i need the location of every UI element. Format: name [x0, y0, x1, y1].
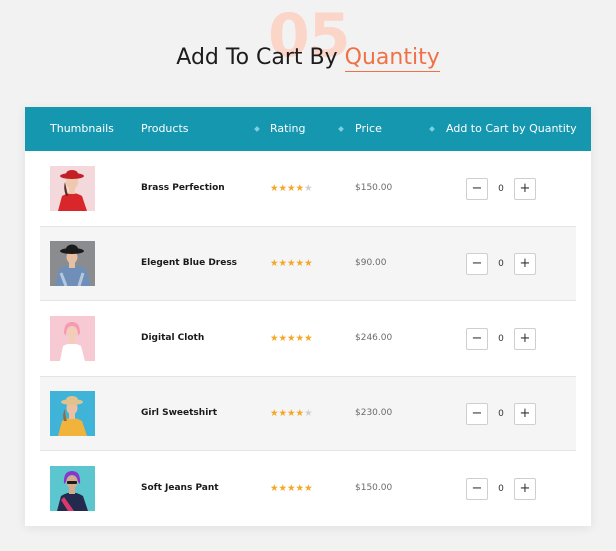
decrease-quantity-button[interactable]: −	[466, 403, 488, 425]
quantity-stepper: − 0 +	[466, 253, 537, 275]
product-thumbnail[interactable]	[50, 391, 95, 436]
row-divider	[40, 376, 576, 377]
column-header-price: Price	[355, 122, 382, 135]
quantity-value[interactable]: 0	[488, 328, 514, 350]
product-name[interactable]: Digital Cloth	[141, 301, 204, 376]
product-name[interactable]: Elegent Blue Dress	[141, 226, 237, 301]
column-divider-dot	[254, 126, 260, 132]
row-divider	[40, 450, 576, 451]
rating-stars: ★★★★★	[270, 408, 313, 419]
quantity-value[interactable]: 0	[488, 178, 514, 200]
quantity-stepper: − 0 +	[466, 178, 537, 200]
title-accent: Quantity	[344, 45, 440, 72]
section-heading: 05 Add To Cart By Quantity	[0, 0, 616, 95]
product-thumbnail[interactable]	[50, 316, 95, 361]
column-divider-dot	[429, 126, 435, 132]
decrease-quantity-button[interactable]: −	[466, 178, 488, 200]
table-header: Thumbnails Products Rating Price Add to …	[25, 107, 591, 151]
quantity-stepper: − 0 +	[466, 328, 537, 350]
rating-stars: ★★★★★	[270, 333, 313, 344]
table-row: Brass Perfection ★★★★★ $150.00 − 0 +	[40, 151, 576, 226]
product-name[interactable]: Brass Perfection	[141, 151, 225, 226]
table-row: Girl Sweetshirt ★★★★★ $230.00 − 0 +	[40, 376, 576, 451]
rating-stars: ★★★★★	[270, 483, 313, 494]
quantity-value[interactable]: 0	[488, 253, 514, 275]
product-thumbnail[interactable]	[50, 241, 95, 286]
section-title: Add To Cart By Quantity	[0, 44, 616, 72]
decrease-quantity-button[interactable]: −	[466, 478, 488, 500]
decrease-quantity-button[interactable]: −	[466, 328, 488, 350]
product-price: $246.00	[355, 333, 393, 343]
column-divider-dot	[338, 126, 344, 132]
product-thumbnail[interactable]	[50, 166, 95, 211]
quantity-stepper: − 0 +	[466, 478, 537, 500]
cart-table: Thumbnails Products Rating Price Add to …	[25, 107, 591, 526]
product-price: $90.00	[355, 258, 387, 268]
rating-stars: ★★★★★	[270, 258, 313, 269]
table-row: Soft Jeans Pant ★★★★★ $150.00 − 0 +	[40, 451, 576, 526]
increase-quantity-button[interactable]: +	[514, 403, 536, 425]
product-price: $150.00	[355, 483, 393, 493]
table-row: Digital Cloth ★★★★★ $246.00 − 0 +	[40, 301, 576, 376]
column-header-rating: Rating	[270, 122, 306, 135]
rating-stars: ★★★★★	[270, 183, 313, 194]
product-thumbnail[interactable]	[50, 466, 95, 511]
quantity-value[interactable]: 0	[488, 478, 514, 500]
title-prefix: Add To Cart By	[176, 45, 338, 70]
increase-quantity-button[interactable]: +	[514, 328, 536, 350]
product-name[interactable]: Girl Sweetshirt	[141, 376, 217, 451]
increase-quantity-button[interactable]: +	[514, 478, 536, 500]
table-row: Elegent Blue Dress ★★★★★ $90.00 − 0 +	[40, 226, 576, 301]
product-price: $230.00	[355, 408, 393, 418]
row-divider	[40, 300, 576, 301]
column-header-products: Products	[141, 122, 189, 135]
product-name[interactable]: Soft Jeans Pant	[141, 451, 219, 526]
product-price: $150.00	[355, 183, 393, 193]
quantity-value[interactable]: 0	[488, 403, 514, 425]
increase-quantity-button[interactable]: +	[514, 253, 536, 275]
row-divider	[40, 226, 576, 227]
quantity-stepper: − 0 +	[466, 403, 537, 425]
column-header-thumbnails: Thumbnails	[50, 122, 114, 135]
increase-quantity-button[interactable]: +	[514, 178, 536, 200]
decrease-quantity-button[interactable]: −	[466, 253, 488, 275]
column-header-add-to-cart: Add to Cart by Quantity	[446, 122, 577, 135]
